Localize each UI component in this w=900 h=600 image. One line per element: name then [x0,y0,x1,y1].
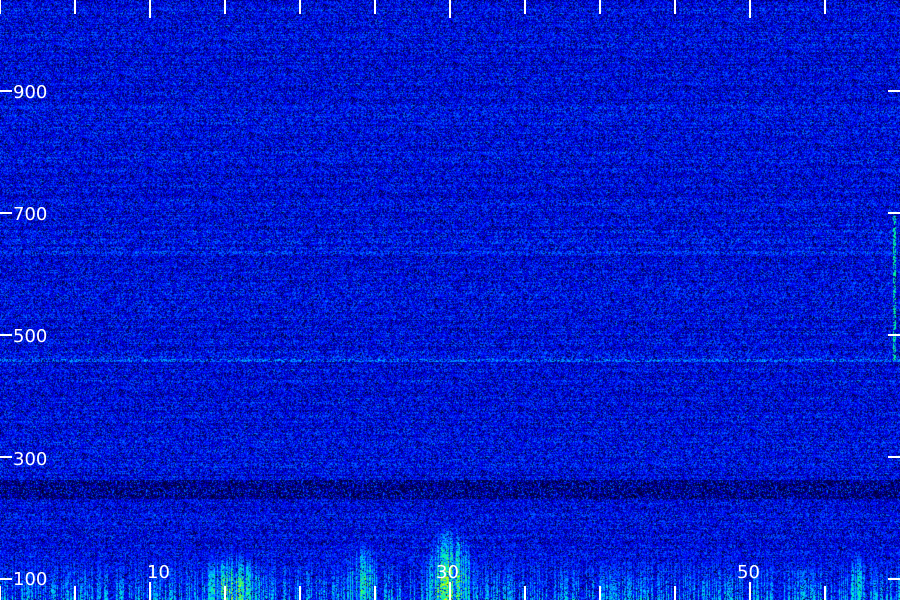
y-tick-label-300: 300 [13,449,47,470]
x-tick-label-10: 10 [147,562,170,583]
y-tick-label-900: 900 [13,82,47,103]
y-tick-label-700: 700 [13,204,47,225]
heatmap-image [0,0,900,600]
x-tick-label-30: 30 [436,562,459,583]
x-tick-label-50: 50 [737,562,760,583]
y-tick-label-500: 500 [13,326,47,347]
y-tick-label-100: 100 [13,569,47,590]
spectrogram-plot: 10 30 50 100 300 500 700 900 [0,0,900,600]
spectrogram-heatmap [0,0,900,600]
